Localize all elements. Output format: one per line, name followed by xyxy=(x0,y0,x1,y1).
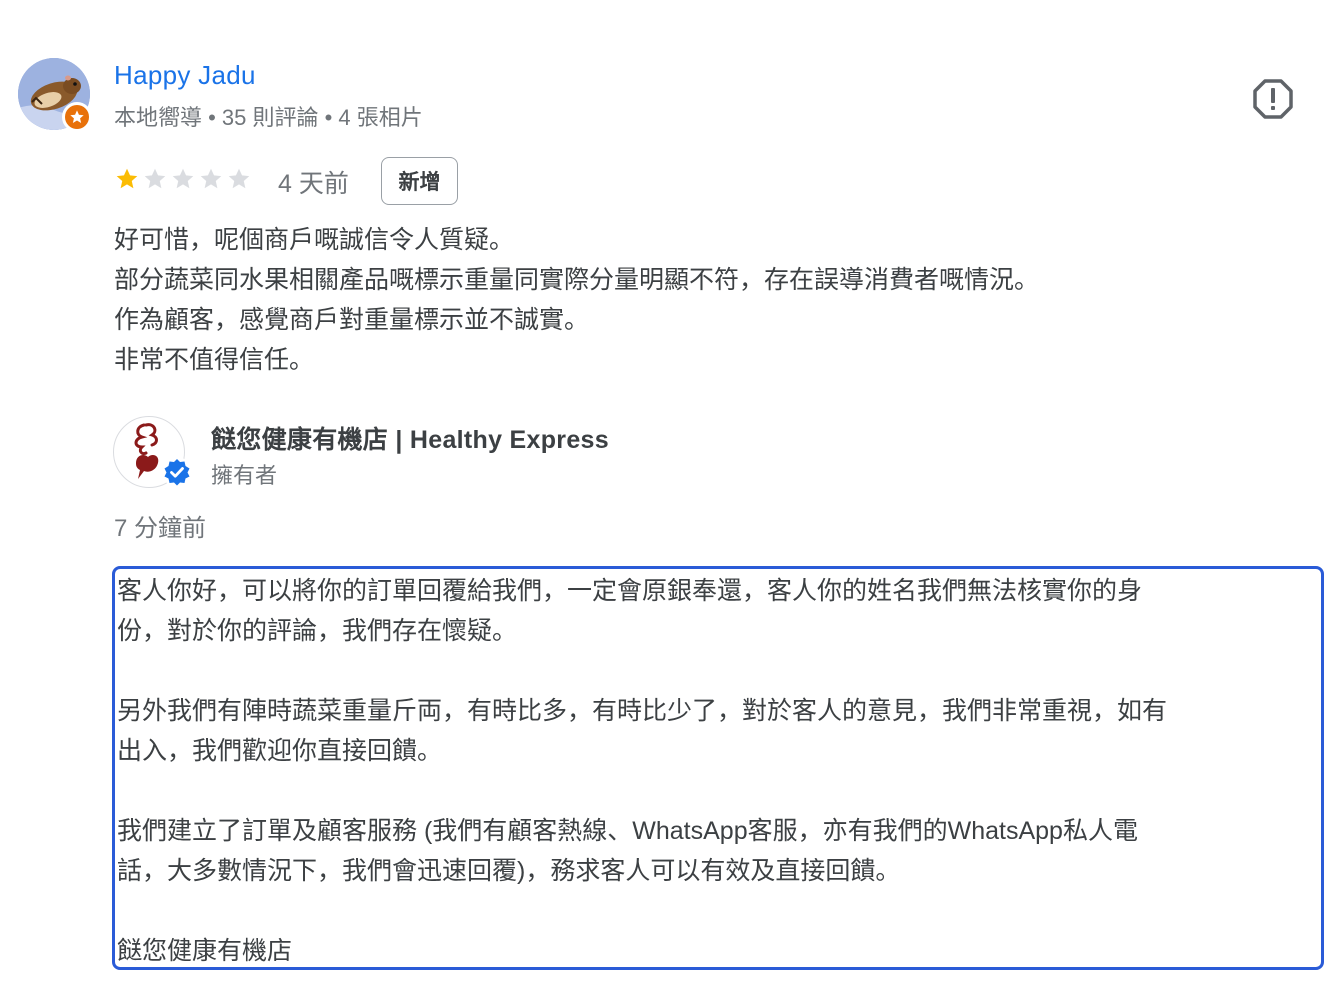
reply-time: 7 分鐘前 xyxy=(114,515,207,542)
report-review-button[interactable] xyxy=(1252,78,1294,120)
reply-text-line: 客人你好，可以將你的訂單回覆給我們，一定會原銀奉還，客人你的姓名我們無法核實你的… xyxy=(117,577,1143,605)
verified-check-icon xyxy=(161,456,193,488)
star-filled-icon xyxy=(116,168,138,189)
review-text-line: 部分蔬菜同水果相關產品嘅標示重量同實際分量明顯不符，存在誤導消費者嘅情況。 xyxy=(114,266,1040,294)
reply-text-line: 另外我們有陣時蔬菜重量斤両，有時比多，有時比少了，對於客人的意見，我們非常重視，… xyxy=(117,697,1168,725)
reply-text-line xyxy=(117,651,1321,691)
star-rating xyxy=(114,166,252,192)
reply-text-line xyxy=(117,891,1321,931)
reply-text-line: 我們建立了訂單及顧客服務 (我們有顧客熱線、WhatsApp客服，亦有我們的Wh… xyxy=(117,817,1138,845)
star-empty-icon xyxy=(200,168,222,189)
owner-reply-text[interactable]: 客人你好，可以將你的訂單回覆給我們，一定會原銀奉還，客人你的姓名我們無法核實你的… xyxy=(112,566,1324,970)
new-badge: 新增 xyxy=(381,157,458,205)
reviewer-avatar[interactable] xyxy=(18,58,92,132)
review-time: 4 天前 xyxy=(278,170,349,198)
star-empty-icon xyxy=(172,168,194,189)
review-text-line: 好可惜，呢個商戶嘅誠信令人質疑。 xyxy=(114,226,515,254)
reply-text-line: 餸您健康有機店 xyxy=(117,937,293,965)
reviewer-meta: 本地嚮導 • 35 則評論 • 4 張相片 xyxy=(114,105,423,130)
review-text: 好可惜，呢個商戶嘅誠信令人質疑。 部分蔬菜同水果相關產品嘅標示重量同實際分量明顯… xyxy=(114,220,1294,380)
review-text-line: 作為顧客，感覺商戶對重量標示並不誠實。 xyxy=(114,306,590,334)
owner-role-label: 擁有者 xyxy=(211,463,278,488)
review-text-line: 非常不值得信任。 xyxy=(114,346,315,374)
star-icon xyxy=(70,110,84,123)
star-empty-icon xyxy=(144,168,166,189)
reply-text-line: 話，大多數情況下，我們會迅速回覆)，務求客人可以有效及直接回饋。 xyxy=(117,857,901,885)
reply-text-line xyxy=(117,771,1321,811)
owner-avatar[interactable] xyxy=(113,416,193,490)
reply-text-line: 份，對於你的評論，我們存在懷疑。 xyxy=(117,617,518,645)
star-empty-icon xyxy=(228,168,250,189)
flag-report-icon xyxy=(1253,79,1293,119)
reviewer-name-link[interactable]: Happy Jadu xyxy=(114,60,256,91)
reply-text-line: 出入，我們歡迎你直接回饋。 xyxy=(117,737,443,765)
local-guide-badge xyxy=(62,102,92,132)
owner-name: 餸您健康有機店 | Healthy Express xyxy=(211,426,609,454)
